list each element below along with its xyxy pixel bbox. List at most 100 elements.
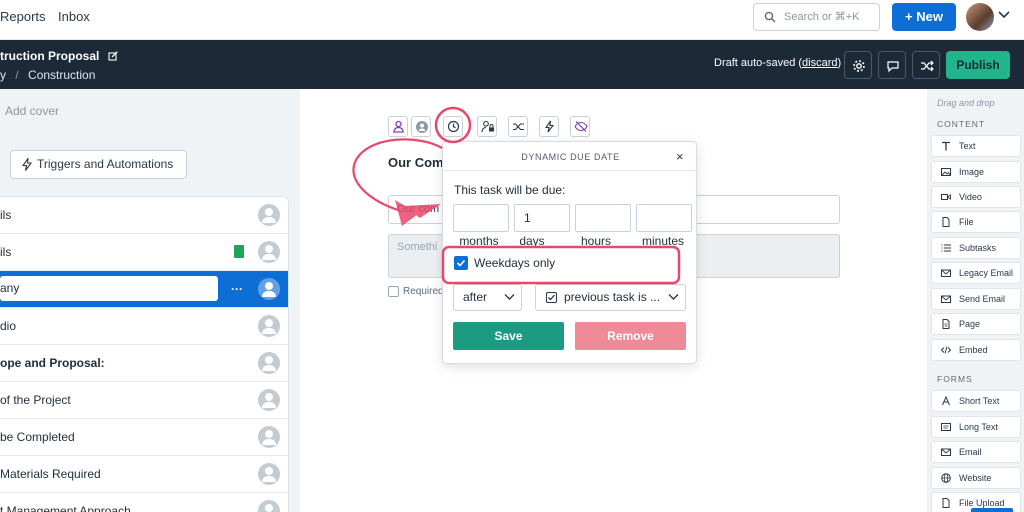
remove-button[interactable]: Remove [575, 322, 686, 350]
new-button[interactable]: + New [892, 3, 956, 31]
due-prompt: This task will be due: [454, 183, 566, 197]
top-nav: Reports Inbox Search or ⌘+K + New [0, 0, 1024, 40]
widget-page[interactable]: Page [931, 313, 1021, 335]
breadcrumb-current[interactable]: Construction [28, 68, 95, 82]
days-input[interactable]: 1 [514, 204, 570, 232]
conditional-logic-button[interactable] [508, 116, 528, 137]
reference-select[interactable]: previous task is ... [535, 284, 686, 311]
weekdays-checkbox[interactable] [454, 256, 468, 270]
draft-status: Draft auto-saved (discard) [714, 57, 842, 69]
minutes-input[interactable] [636, 204, 692, 232]
required-checkbox[interactable] [388, 286, 399, 297]
assignee-avatar[interactable] [258, 389, 280, 411]
widget-label: Text [959, 141, 976, 151]
widget-email[interactable]: Email [931, 441, 1021, 463]
nav-reports[interactable]: Reports [0, 9, 46, 24]
widget-send-email[interactable]: Send Email [931, 288, 1021, 310]
widget-label: Image [959, 167, 985, 177]
dynamic-due-date-popover: DYNAMIC DUE DATE × This task will be due… [442, 141, 698, 364]
help-tab[interactable] [971, 508, 1013, 512]
publish-button[interactable]: Publish [946, 51, 1010, 79]
assignee-avatar[interactable] [258, 500, 280, 512]
list-item-heading[interactable]: ope and Proposal: [0, 345, 288, 382]
widget-label: Website [959, 473, 992, 483]
widget-text[interactable]: Text [931, 135, 1021, 157]
assignee-avatar[interactable] [258, 241, 280, 263]
widget-embed[interactable]: Embed [931, 339, 1021, 361]
assignee-avatar[interactable] [258, 204, 280, 226]
months-input[interactable] [453, 204, 509, 232]
list-item[interactable]: ils [0, 234, 288, 271]
page-icon [942, 319, 950, 329]
relation-select[interactable]: after [453, 284, 522, 311]
task-label: dio [0, 319, 17, 333]
hours-input[interactable] [575, 204, 631, 232]
weekdays-label: Weekdays only [474, 256, 556, 270]
widget-video[interactable]: Video [931, 186, 1021, 208]
reference-value: previous task is ... [564, 290, 661, 304]
search-input[interactable]: Search or ⌘+K [753, 3, 880, 31]
list-item[interactable]: of the Project [0, 382, 288, 419]
short-text-icon [942, 396, 950, 406]
widget-long-text[interactable]: Long Text [931, 416, 1021, 438]
discard-link[interactable]: discard [802, 57, 837, 69]
assign-member-button[interactable] [411, 116, 431, 137]
assign-user-button[interactable] [388, 116, 408, 137]
triggers-automations-button[interactable]: Triggers and Automations [10, 150, 187, 179]
widget-label: Page [959, 319, 981, 329]
code-icon [941, 346, 951, 354]
list-item[interactable]: dio [0, 308, 288, 345]
widget-label: File Upload [959, 498, 1005, 508]
list-item-active[interactable]: any ··· [0, 271, 288, 308]
widget-image[interactable]: Image [931, 161, 1021, 183]
settings-button[interactable] [844, 51, 872, 79]
stop-task-button[interactable] [570, 116, 590, 137]
list-item[interactable]: be Completed [0, 419, 288, 456]
widget-subtasks[interactable]: Subtasks [931, 237, 1021, 259]
shuffle-button[interactable] [912, 51, 940, 79]
video-icon [941, 194, 951, 200]
automation-button[interactable] [539, 116, 559, 137]
widget-legacy-email[interactable]: Legacy Email [931, 262, 1021, 284]
sheet-icon [234, 245, 244, 258]
save-button[interactable]: Save [453, 322, 564, 350]
chevron-down-icon[interactable] [998, 10, 1010, 20]
editor-header: truction Proposal y / Construction Draft… [0, 40, 1024, 89]
relation-value: after [463, 290, 488, 304]
assignee-avatar[interactable] [258, 463, 280, 485]
edit-icon[interactable] [108, 51, 118, 61]
widget-file[interactable]: File [931, 211, 1021, 233]
assignee-avatar[interactable] [258, 278, 280, 300]
required-label: Required [403, 286, 444, 297]
assignee-avatar[interactable] [258, 352, 280, 374]
widget-short-text[interactable]: Short Text [931, 390, 1021, 412]
comments-button[interactable] [878, 51, 906, 79]
more-options-button[interactable]: ··· [231, 271, 243, 307]
comment-icon [887, 61, 899, 73]
chevron-down-icon [504, 294, 515, 300]
drag-drop-hint: Drag and drop [937, 98, 995, 108]
assignee-avatar[interactable] [258, 315, 280, 337]
divider [443, 170, 698, 171]
content-heading: CONTENT [937, 119, 986, 129]
chevron-down-icon [668, 294, 679, 300]
task-list: ils ils any ··· dio ope and Proposal: of … [0, 196, 289, 512]
due-date-button[interactable] [443, 116, 463, 137]
list-item[interactable]: t Management Approach [0, 493, 288, 512]
breadcrumb: y / Construction [0, 68, 95, 82]
file-upload-icon [942, 498, 950, 508]
list-item[interactable]: ils [0, 197, 288, 234]
triggers-label: Triggers and Automations [37, 157, 174, 171]
assignee-avatar[interactable] [258, 426, 280, 448]
avatar[interactable] [966, 3, 994, 31]
task-title: Our Com [388, 155, 444, 170]
task-label: t Management Approach [0, 504, 131, 512]
close-icon[interactable]: × [676, 149, 684, 164]
widget-website[interactable]: Website [931, 467, 1021, 489]
eye-slash-icon [574, 121, 588, 132]
task-title-input[interactable]: any [0, 276, 218, 301]
permissions-button[interactable] [477, 116, 497, 137]
nav-inbox[interactable]: Inbox [58, 9, 90, 24]
add-cover-link[interactable]: Add cover [5, 104, 59, 118]
list-item[interactable]: Materials Required [0, 456, 288, 493]
